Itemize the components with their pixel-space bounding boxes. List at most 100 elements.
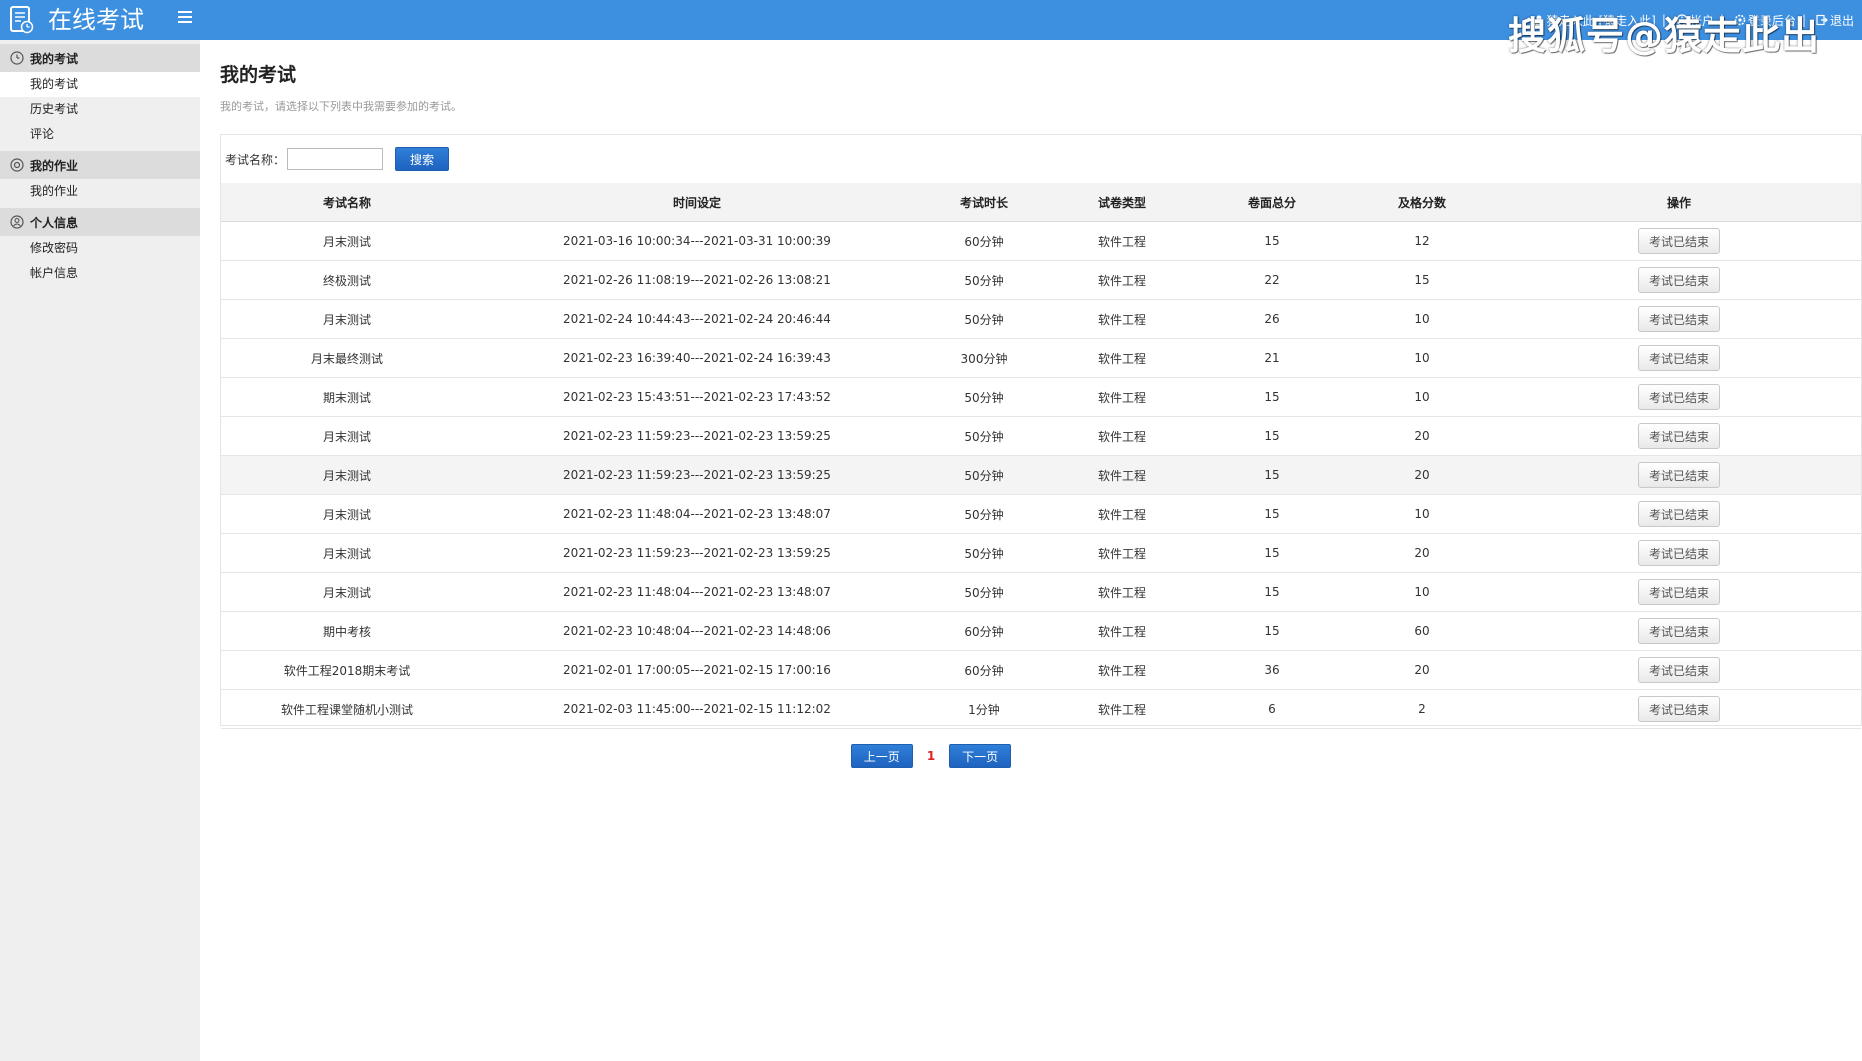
page-title: 我的考试 [220,64,297,86]
cell-duration: 50分钟 [921,533,1047,573]
cell-total-score: 6 [1197,689,1347,729]
prev-page-button[interactable]: 上一页 [850,744,913,768]
table-row: 月末测试 2021-03-16 10:00:34---2021-03-31 10:… [221,221,1861,261]
col-header-total-score: 卷面总分 [1197,183,1347,222]
cell-time-range: 2021-02-23 11:59:23---2021-02-23 13:59:2… [473,416,921,456]
cell-duration: 60分钟 [921,611,1047,651]
cell-paper-type: 软件工程 [1047,221,1197,261]
table-row: 月末测试 2021-02-23 11:59:23---2021-02-23 13:… [221,533,1861,573]
sidebar: 我的考试 我的考试 历史考试 评论 我的作业 我的作业 个人信息 修改密码 帐户… [0,40,200,1061]
cell-pass-score: 10 [1347,377,1497,417]
cell-pass-score: 20 [1347,533,1497,573]
exam-ended-button[interactable]: 考试已结束 [1637,696,1720,722]
cell-action: 考试已结束 [1497,533,1861,573]
cell-action: 考试已结束 [1497,650,1861,690]
cell-pass-score: 20 [1347,455,1497,495]
exam-ended-button[interactable]: 考试已结束 [1637,618,1720,644]
sidebar-group-title: 个人信息 [30,215,79,230]
exam-name-search-input[interactable] [287,148,384,170]
sidebar-group-my-exams[interactable]: 我的考试 [0,44,200,72]
cell-pass-score: 10 [1347,338,1497,378]
cell-action: 考试已结束 [1497,494,1861,534]
table-row: 期中考核 2021-02-23 10:48:04---2021-02-23 14:… [221,611,1861,651]
cell-paper-type: 软件工程 [1047,689,1197,729]
cell-total-score: 15 [1197,221,1347,261]
search-button[interactable]: 搜索 [395,147,450,171]
exam-ended-button[interactable]: 考试已结束 [1637,384,1720,410]
cell-action: 考试已结束 [1497,377,1861,417]
cell-exam-name: 月末测试 [221,416,473,456]
table-row: 月末最终测试 2021-02-23 16:39:40---2021-02-24 1… [221,338,1861,378]
sidebar-item-change-password[interactable]: 修改密码 [0,236,200,261]
cell-pass-score: 10 [1347,572,1497,612]
cell-exam-name: 期末测试 [221,377,473,417]
table-row: 月末测试 2021-02-23 11:48:04---2021-02-23 13:… [221,494,1861,534]
cell-duration: 50分钟 [921,377,1047,417]
sidebar-group-personal-info[interactable]: 个人信息 [0,208,200,236]
cell-total-score: 15 [1197,416,1347,456]
cell-duration: 60分钟 [921,221,1047,261]
cell-total-score: 22 [1197,260,1347,300]
cell-time-range: 2021-02-23 11:48:04---2021-02-23 13:48:0… [473,572,921,612]
exam-ended-button[interactable]: 考试已结束 [1637,657,1720,683]
exam-ended-button[interactable]: 考试已结束 [1637,306,1720,332]
col-header-time: 时间设定 [473,183,921,222]
table-row: 月末测试 2021-02-23 11:59:23---2021-02-23 13:… [221,455,1861,495]
exam-ended-button[interactable]: 考试已结束 [1637,345,1720,371]
watermark-text: 搜狐号@猿走此出 [1507,14,1820,58]
cell-pass-score: 20 [1347,416,1497,456]
cell-exam-name: 软件工程2018期末考试 [221,650,473,690]
cell-paper-type: 软件工程 [1047,455,1197,495]
sidebar-group-my-homework[interactable]: 我的作业 [0,151,200,179]
sidebar-item-exam-history[interactable]: 历史考试 [0,97,200,122]
page-description: 我的考试，请选择以下列表中我需要参加的考试。 [220,100,462,113]
menu-toggle-icon[interactable] [178,11,192,25]
exam-table: 考试名称 时间设定 考试时长 试卷类型 卷面总分 及格分数 操作 月末测试 202… [221,183,1861,729]
cell-time-range: 2021-02-23 16:39:40---2021-02-24 16:39:4… [473,338,921,378]
col-header-pass-score: 及格分数 [1347,183,1497,222]
cell-pass-score: 10 [1347,299,1497,339]
search-bar: 考试名称： 搜索 [221,135,1861,183]
cell-paper-type: 软件工程 [1047,260,1197,300]
cell-time-range: 2021-03-16 10:00:34---2021-03-31 10:00:3… [473,221,921,261]
cell-paper-type: 软件工程 [1047,533,1197,573]
cell-paper-type: 软件工程 [1047,377,1197,417]
current-page-number[interactable]: 1 [927,749,935,763]
cell-total-score: 26 [1197,299,1347,339]
cell-duration: 1分钟 [921,689,1047,729]
cell-exam-name: 月末最终测试 [221,338,473,378]
exam-ended-button[interactable]: 考试已结束 [1637,501,1720,527]
exam-ended-button[interactable]: 考试已结束 [1637,579,1720,605]
cell-action: 考试已结束 [1497,611,1861,651]
cell-pass-score: 12 [1347,221,1497,261]
exam-ended-button[interactable]: 考试已结束 [1637,267,1720,293]
cell-total-score: 15 [1197,572,1347,612]
exam-ended-button[interactable]: 考试已结束 [1637,540,1720,566]
exam-ended-button[interactable]: 考试已结束 [1637,423,1720,449]
sidebar-item-my-homework[interactable]: 我的作业 [0,179,200,204]
cell-paper-type: 软件工程 [1047,299,1197,339]
cell-exam-name: 月末测试 [221,221,473,261]
cell-pass-score: 20 [1347,650,1497,690]
table-row: 月末测试 2021-02-24 10:44:43---2021-02-24 20:… [221,299,1861,339]
logout-link[interactable]: 退出 [1816,12,1854,29]
cell-duration: 50分钟 [921,299,1047,339]
sidebar-item-my-exams[interactable]: 我的考试 [0,72,200,97]
settings-circle-icon [10,158,24,172]
sidebar-item-account-info[interactable]: 帐户信息 [0,261,200,286]
table-row: 月末测试 2021-02-23 11:59:23---2021-02-23 13:… [221,416,1861,456]
cell-action: 考试已结束 [1497,455,1861,495]
exam-ended-button[interactable]: 考试已结束 [1637,228,1720,254]
next-page-button[interactable]: 下一页 [949,744,1012,768]
sidebar-item-comments[interactable]: 评论 [0,122,200,147]
cell-total-score: 15 [1197,494,1347,534]
cell-pass-score: 2 [1347,689,1497,729]
exam-list-panel: 考试名称： 搜索 考试名称 时间设定 考试时长 试卷类型 卷面总分 及格分数 操… [220,134,1862,729]
cell-time-range: 2021-02-23 11:59:23---2021-02-23 13:59:2… [473,533,921,573]
cell-pass-score: 10 [1347,494,1497,534]
table-row: 软件工程课堂随机小测试 2021-02-03 11:45:00---2021-02… [221,689,1861,729]
sidebar-group-title: 我的作业 [30,158,79,173]
table-header-row: 考试名称 时间设定 考试时长 试卷类型 卷面总分 及格分数 操作 [221,183,1861,222]
table-row: 期末测试 2021-02-23 15:43:51---2021-02-23 17:… [221,377,1861,417]
exam-ended-button[interactable]: 考试已结束 [1637,462,1720,488]
